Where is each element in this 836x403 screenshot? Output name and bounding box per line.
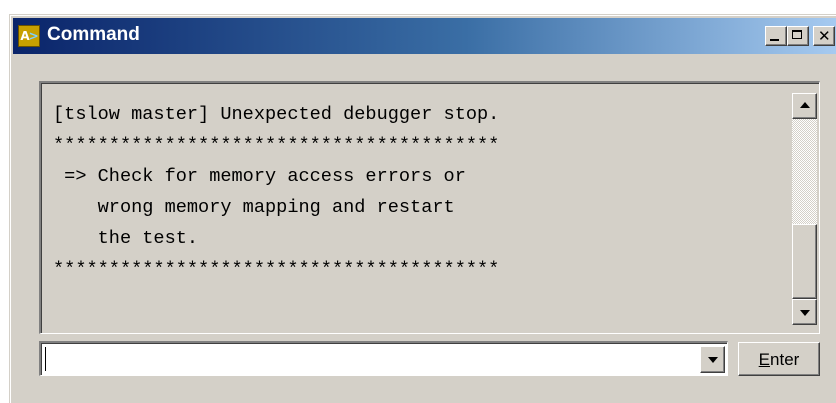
arrow-down-icon bbox=[800, 310, 810, 316]
app-command-icon: A> bbox=[18, 25, 40, 47]
close-button[interactable]: ✕ bbox=[813, 26, 835, 46]
close-icon: ✕ bbox=[818, 27, 831, 45]
maximize-button[interactable] bbox=[787, 26, 809, 46]
scroll-track[interactable] bbox=[792, 119, 817, 224]
output-line: **************************************** bbox=[53, 135, 500, 156]
minimize-icon bbox=[770, 39, 779, 41]
command-window: A> Command ✕ [tslow master] Unexpected d… bbox=[9, 14, 836, 403]
output-line: the test. bbox=[53, 228, 199, 249]
output-line: wrong memory mapping and restart bbox=[53, 197, 455, 218]
title-bar[interactable]: A> Command ✕ bbox=[13, 18, 836, 54]
scroll-down-button[interactable] bbox=[792, 299, 817, 325]
text-caret bbox=[45, 347, 46, 371]
maximize-icon bbox=[792, 30, 802, 39]
window-title: Command bbox=[47, 24, 140, 45]
combobox-dropdown-button[interactable] bbox=[700, 346, 725, 373]
enter-mnemonic: E bbox=[758, 349, 771, 369]
scroll-thumb[interactable] bbox=[792, 224, 817, 299]
vertical-scrollbar[interactable] bbox=[792, 93, 817, 325]
command-input[interactable] bbox=[44, 346, 698, 372]
enter-button[interactable]: Enter bbox=[738, 342, 820, 376]
arrow-up-icon bbox=[800, 102, 810, 108]
minimize-button[interactable] bbox=[765, 26, 787, 46]
output-pane[interactable]: [tslow master] Unexpected debugger stop.… bbox=[39, 81, 820, 334]
chevron-down-icon bbox=[708, 357, 718, 363]
output-line: => Check for memory access errors or bbox=[53, 166, 466, 187]
scroll-up-button[interactable] bbox=[792, 93, 817, 119]
enter-label: nter bbox=[770, 349, 800, 369]
output-line: [tslow master] Unexpected debugger stop. bbox=[53, 104, 500, 125]
output-line: **************************************** bbox=[53, 259, 500, 280]
command-combobox[interactable] bbox=[39, 341, 728, 376]
output-text: [tslow master] Unexpected debugger stop.… bbox=[53, 99, 783, 285]
